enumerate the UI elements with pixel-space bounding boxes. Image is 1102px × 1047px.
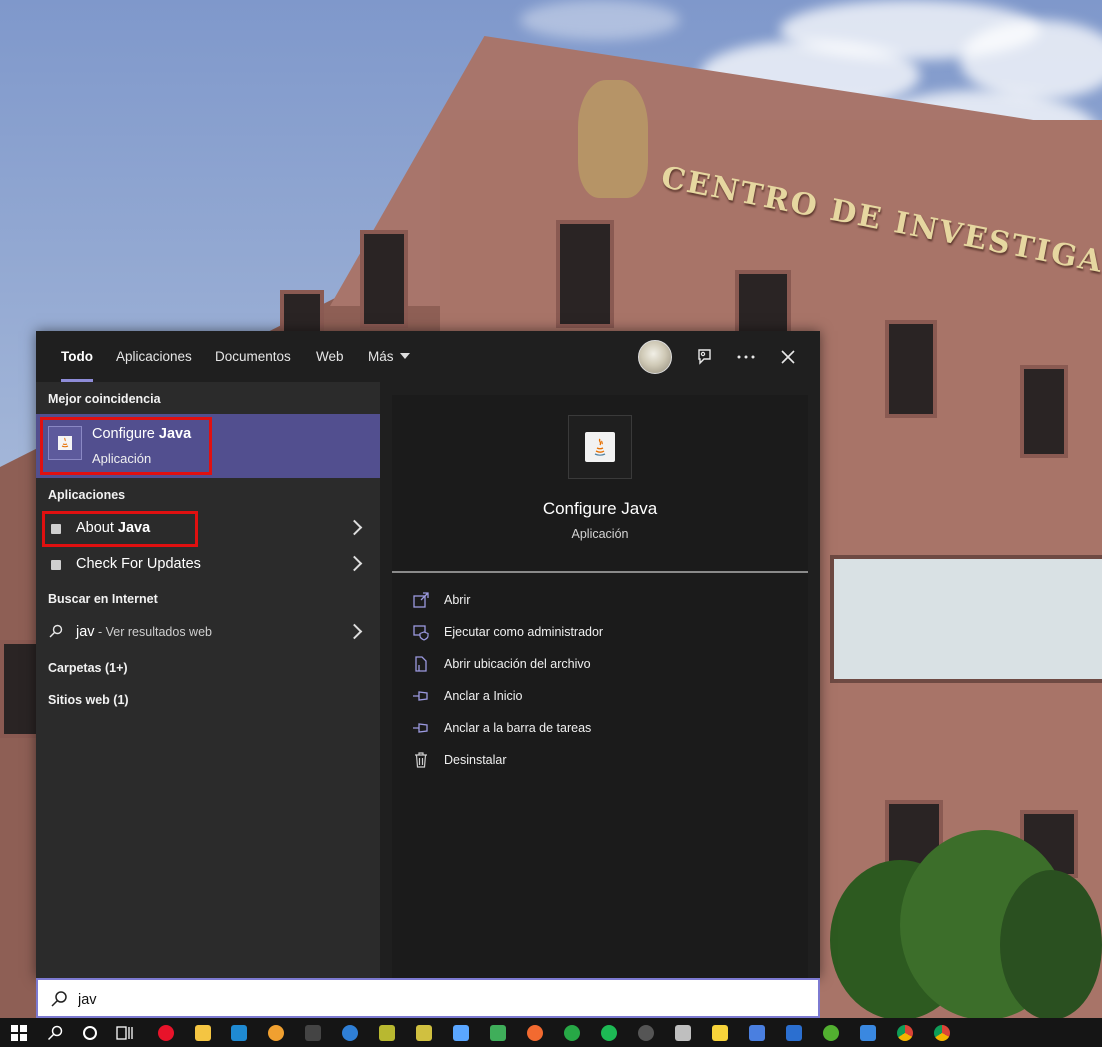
cloud-icon[interactable] [339, 1022, 361, 1044]
shield-icon [413, 625, 429, 641]
tab-aplicaciones[interactable]: Aplicaciones [116, 331, 192, 382]
chrome-icon[interactable] [894, 1022, 916, 1044]
tab-mas[interactable]: Más [368, 331, 410, 382]
app-icon[interactable] [487, 1022, 509, 1044]
best-match-type: Aplicación [92, 451, 152, 466]
chevron-down-icon [399, 353, 410, 360]
file-explorer-icon[interactable] [192, 1022, 214, 1044]
list-item-about-java[interactable]: About Java [36, 512, 380, 546]
taskbar [0, 1018, 1102, 1047]
opera-icon[interactable] [155, 1022, 177, 1044]
app-icon[interactable] [524, 1022, 546, 1044]
search-icon[interactable] [44, 1022, 66, 1044]
close-button[interactable] [771, 340, 805, 374]
results-list: Mejor coincidencia Configure Java Aplica… [36, 382, 380, 978]
open-icon [413, 592, 429, 608]
java-icon [51, 524, 61, 534]
java-icon [568, 415, 632, 479]
chevron-right-icon[interactable] [346, 555, 363, 572]
avatar[interactable] [638, 340, 672, 374]
chrome-icon[interactable] [931, 1022, 953, 1044]
notes-icon[interactable] [672, 1022, 694, 1044]
section-best-match: Mejor coincidencia [48, 392, 161, 406]
action-open[interactable]: Abrir [412, 587, 792, 615]
more-options-button[interactable] [729, 340, 763, 374]
sticky-notes-icon[interactable] [709, 1022, 731, 1044]
task-view-icon[interactable] [114, 1022, 136, 1044]
windows-start-icon[interactable] [8, 1022, 30, 1044]
search-input[interactable] [76, 986, 780, 1014]
search-tab-bar: Todo Aplicaciones Documentos Web Más [36, 331, 820, 382]
chevron-right-icon[interactable] [346, 519, 363, 536]
pin-icon [413, 691, 428, 701]
app-icon[interactable] [265, 1022, 287, 1044]
tab-web[interactable]: Web [316, 331, 344, 382]
java-icon [48, 426, 82, 460]
section-apps: Aplicaciones [48, 488, 126, 502]
action-uninstall[interactable]: Desinstalar [412, 747, 792, 775]
close-icon [781, 350, 795, 364]
search-icon [51, 991, 67, 1007]
best-match-item[interactable]: Configure Java Aplicación [36, 414, 380, 478]
vscode-icon[interactable] [228, 1022, 250, 1044]
detail-pane: Configure Java Aplicación Abrir Ejecutar… [392, 395, 808, 978]
search-icon [49, 624, 63, 638]
list-item-label: Check For Updates [76, 556, 201, 572]
feedback-icon [698, 349, 711, 365]
action-run-as-admin[interactable]: Ejecutar como administrador [412, 619, 792, 647]
detail-app-type: Aplicación [571, 527, 629, 541]
box-icon[interactable] [450, 1022, 472, 1044]
app-icon[interactable] [635, 1022, 657, 1044]
cortana-icon[interactable] [79, 1022, 101, 1044]
windows-search-panel: Todo Aplicaciones Documentos Web Más Mej… [36, 331, 820, 978]
app-icon[interactable] [376, 1022, 398, 1044]
app-icon[interactable] [561, 1022, 583, 1044]
spotify-icon[interactable] [598, 1022, 620, 1044]
list-item-label: jav - Ver resultados web [76, 624, 212, 640]
ipn-crest [578, 80, 648, 198]
list-item-label: About Java [76, 520, 151, 536]
section-folders[interactable]: Carpetas (1+) [48, 661, 128, 675]
action-pin-taskbar[interactable]: Anclar a la barra de tareas [412, 715, 792, 743]
taskbar-search-box[interactable] [36, 978, 820, 1018]
trash-icon [415, 752, 427, 768]
keyboard-icon[interactable] [857, 1022, 879, 1044]
tab-todo[interactable]: Todo [61, 331, 93, 382]
pin-icon [413, 723, 428, 733]
best-match-name: Configure Java [92, 426, 192, 442]
java-icon [51, 560, 61, 570]
list-item-web-search[interactable]: jav - Ver resultados web [36, 616, 380, 650]
action-open-location[interactable]: Abrir ubicación del archivo [412, 651, 792, 679]
feedback-button[interactable] [687, 340, 721, 374]
detail-app-name: Configure Java [542, 499, 658, 518]
section-internet: Buscar en Internet [48, 592, 158, 606]
file-location-icon [415, 656, 427, 672]
action-pin-start[interactable]: Anclar a Inicio [412, 683, 792, 711]
chevron-right-icon[interactable] [346, 623, 363, 640]
divider [392, 571, 808, 573]
terminal-icon[interactable] [302, 1022, 324, 1044]
app-icon[interactable] [413, 1022, 435, 1044]
app-icon[interactable] [783, 1022, 805, 1044]
more-options-icon [737, 355, 755, 359]
section-websites[interactable]: Sitios web (1) [48, 693, 129, 707]
tab-documentos[interactable]: Documentos [215, 331, 291, 382]
app-icon[interactable] [820, 1022, 842, 1044]
app-icon[interactable] [746, 1022, 768, 1044]
list-item-check-updates[interactable]: Check For Updates [36, 548, 380, 582]
